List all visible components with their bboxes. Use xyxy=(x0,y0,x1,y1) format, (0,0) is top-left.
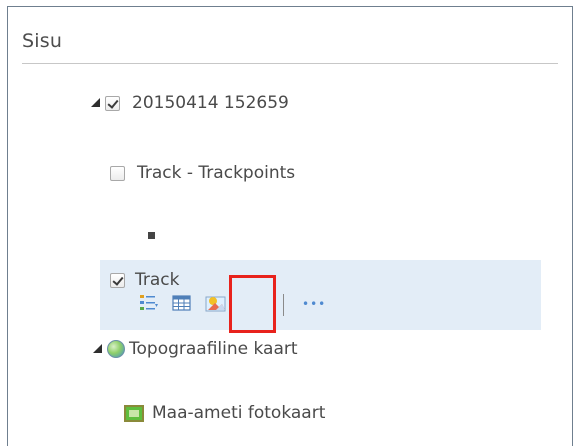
tree-row-basemap-layer[interactable]: Maa-ameti fotokaart xyxy=(124,403,325,423)
group-label: 20150414 152659 xyxy=(132,93,289,113)
track-label: Track xyxy=(135,270,180,290)
track-toolbar xyxy=(139,294,238,312)
group-checkbox[interactable] xyxy=(105,95,120,111)
basemap-globe-icon xyxy=(107,340,125,358)
more-options-icon[interactable]: ••• xyxy=(302,298,326,310)
tree-row-trackpoints[interactable]: Track - Trackpoints xyxy=(110,163,295,183)
content-panel xyxy=(7,6,573,446)
highlight-callout-box xyxy=(229,275,276,333)
panel-title: Sisu xyxy=(22,30,63,52)
point-symbol-icon xyxy=(148,232,155,239)
image-style-icon[interactable] xyxy=(205,294,226,312)
toolbar-separator xyxy=(283,294,284,316)
table-icon[interactable] xyxy=(172,294,192,312)
tree-row-group[interactable]: 20150414 152659 xyxy=(90,93,289,113)
tree-row-basemap[interactable]: Topograafiline kaart xyxy=(92,339,298,359)
basemap-collapse-triangle-icon[interactable] xyxy=(92,342,104,356)
basemap-label: Topograafiline kaart xyxy=(129,339,298,359)
track-checkbox[interactable] xyxy=(110,272,125,288)
tree-row-track[interactable]: Track xyxy=(110,270,179,290)
trackpoints-label: Track - Trackpoints xyxy=(137,163,296,183)
basemap-layer-label: Maa-ameti fotokaart xyxy=(152,403,326,423)
photo-layer-icon xyxy=(124,404,144,422)
trackpoints-checkbox[interactable] xyxy=(110,165,125,181)
legend-icon[interactable] xyxy=(139,294,159,312)
title-divider xyxy=(22,63,558,64)
collapse-triangle-icon[interactable] xyxy=(90,96,102,110)
